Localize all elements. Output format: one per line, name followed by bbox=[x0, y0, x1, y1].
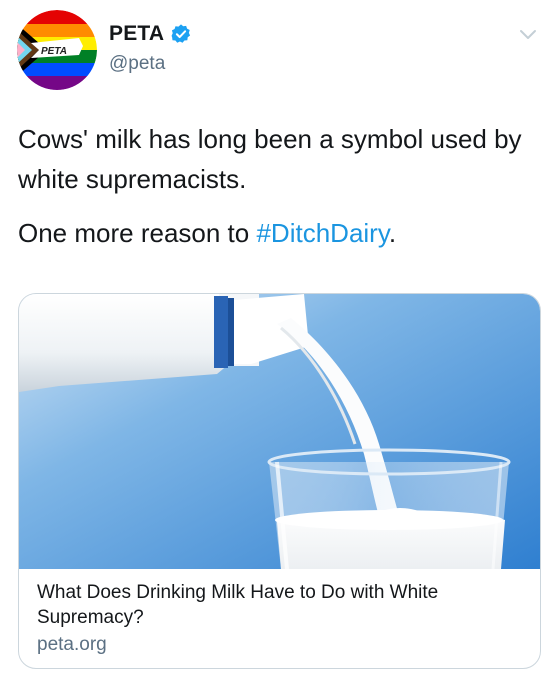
avatar-image: PETA bbox=[17, 10, 97, 90]
card-body: What Does Drinking Milk Have to Do with … bbox=[37, 580, 527, 657]
link-card[interactable]: What Does Drinking Milk Have to Do with … bbox=[18, 293, 541, 669]
chevron-down-icon bbox=[520, 30, 536, 39]
hashtag-link[interactable]: #DitchDairy bbox=[256, 218, 388, 248]
user-handle[interactable]: @peta bbox=[109, 53, 165, 75]
verified-badge-icon bbox=[171, 24, 191, 43]
tweet-text-line2: One more reason to #DitchDairy. bbox=[18, 213, 538, 253]
tweet-text: Cows' milk has long been a symbol used b… bbox=[18, 119, 538, 253]
author-name-row: PETA bbox=[109, 22, 192, 46]
tweet-text-line1: Cows' milk has long been a symbol used b… bbox=[18, 124, 522, 194]
display-name[interactable]: PETA bbox=[109, 22, 164, 46]
tweet: PETA PETA @peta Cows' milk has long been… bbox=[0, 0, 554, 680]
avatar[interactable]: PETA bbox=[17, 10, 97, 90]
milk-pouring-image bbox=[19, 294, 540, 569]
tweet-text-prefix: One more reason to bbox=[18, 218, 257, 248]
avatar-logo-text: PETA bbox=[41, 46, 67, 57]
card-domain: peta.org bbox=[37, 634, 107, 655]
tweet-menu-button[interactable] bbox=[516, 22, 540, 46]
card-title[interactable]: What Does Drinking Milk Have to Do with … bbox=[37, 580, 527, 630]
tweet-text-suffix: . bbox=[388, 218, 397, 248]
